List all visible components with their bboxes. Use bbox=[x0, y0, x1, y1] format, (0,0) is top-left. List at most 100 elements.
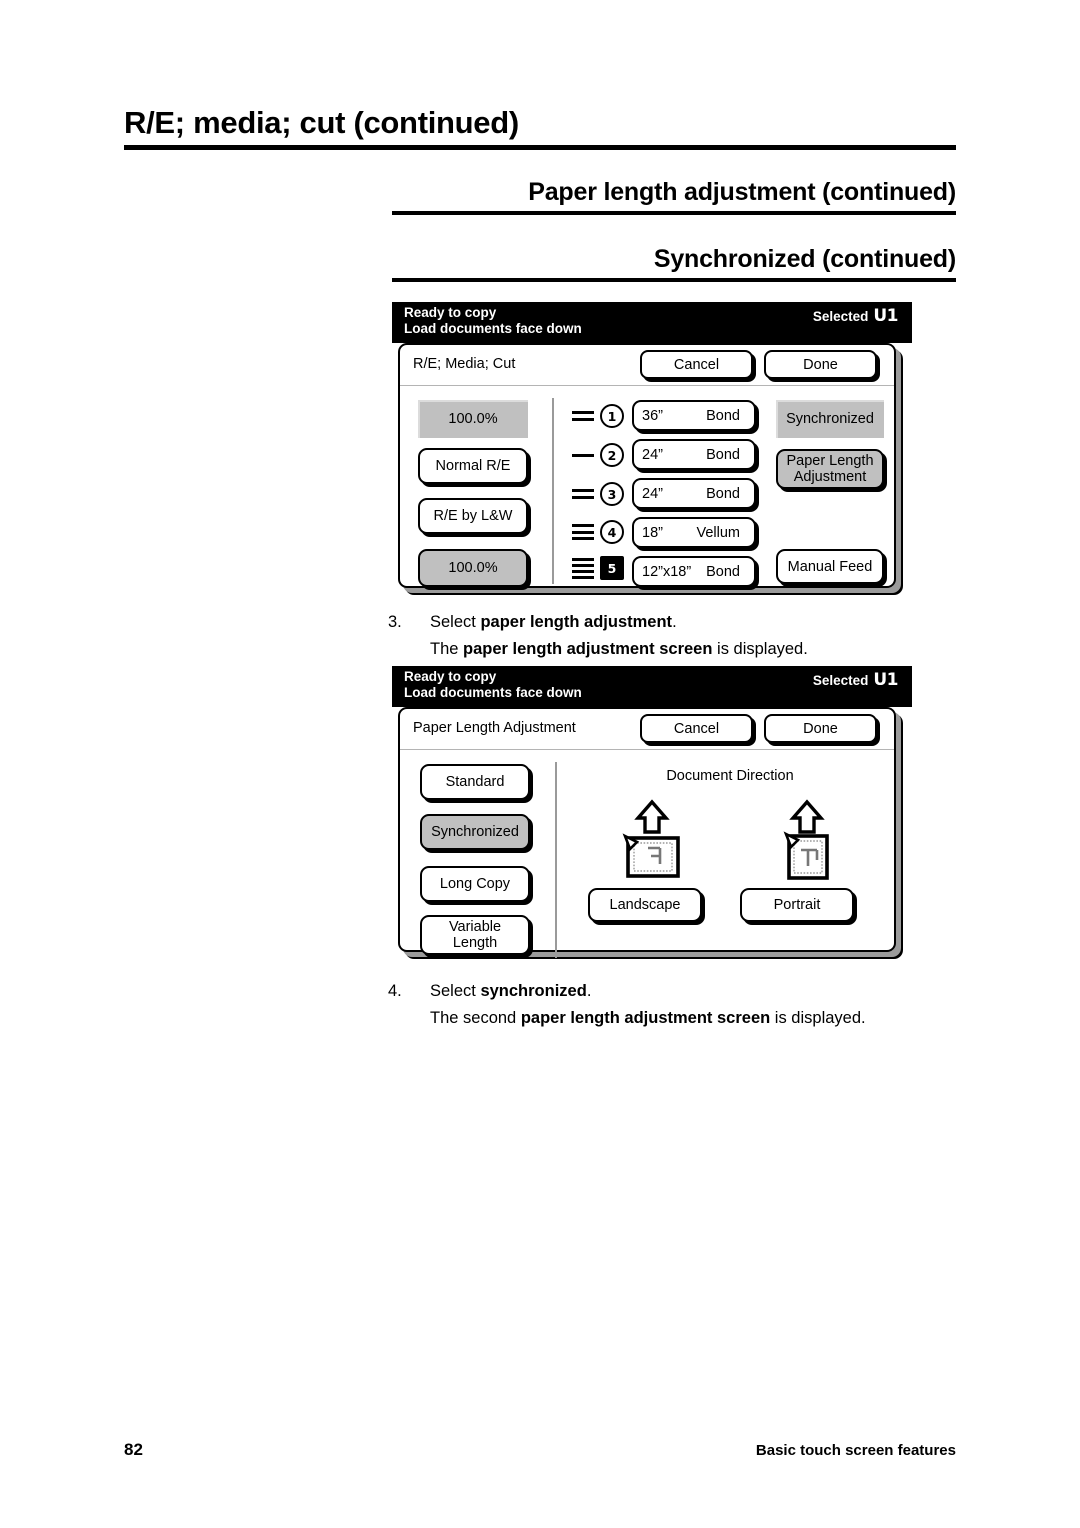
panel-titlebar-2: Paper Length Adjustment Cancel Done bbox=[400, 709, 894, 750]
step-3-line-2-post: is displayed. bbox=[712, 640, 808, 658]
media-button-5[interactable]: 12”x18” Bond bbox=[632, 556, 756, 587]
media-size-2: 24” bbox=[642, 446, 663, 463]
landscape-document-icon bbox=[615, 798, 689, 880]
re-by-lw-button[interactable]: R/E by L&W bbox=[418, 498, 528, 534]
media-type-2: Bond bbox=[706, 446, 740, 463]
step-4-line-2-post: is displayed. bbox=[770, 1009, 866, 1027]
page-title-rule bbox=[124, 145, 956, 150]
variable-length-button[interactable]: Variable Length bbox=[420, 915, 530, 955]
tray-indicator-3: 3 bbox=[572, 482, 624, 506]
reduce-enlarge-ratio-display: 100.0% bbox=[418, 400, 528, 438]
portrait-document-icon bbox=[770, 798, 844, 880]
status-line-1-screen2: Ready to copy bbox=[404, 669, 497, 684]
section-heading-rule bbox=[392, 211, 956, 215]
paper-length-adjustment-button[interactable]: Paper Length Adjustment bbox=[776, 449, 884, 489]
panel-body-2: Standard Synchronized Long Copy Variable… bbox=[400, 750, 894, 958]
tray-indicator-2: 2 bbox=[572, 443, 624, 467]
media-size-5: 12”x18” bbox=[642, 563, 692, 580]
media-button-3[interactable]: 24” Bond bbox=[632, 478, 756, 509]
normal-re-button[interactable]: Normal R/E bbox=[418, 448, 528, 484]
footer-section-title: Basic touch screen features bbox=[755, 1442, 956, 1459]
selected-indicator: Selected U1 bbox=[813, 306, 899, 326]
media-size-3: 24” bbox=[642, 485, 663, 502]
panel-title: R/E; Media; Cut bbox=[413, 356, 516, 372]
media-type-3: Bond bbox=[706, 485, 740, 502]
portrait-button[interactable]: Portrait bbox=[740, 888, 854, 922]
page-title-block: R/E; media; cut (continued) bbox=[124, 104, 956, 150]
status-bar: Ready to copy Load documents face down S… bbox=[392, 302, 912, 343]
step-3-number: 3. bbox=[388, 613, 402, 631]
screen-panel: R/E; Media; Cut Cancel Done 100.0% Norma… bbox=[398, 343, 896, 588]
step-3-line-1-post: . bbox=[672, 613, 677, 631]
tray-number-1: 1 bbox=[600, 404, 624, 428]
selected-label-2: Selected bbox=[812, 673, 869, 688]
synchronized-button[interactable]: Synchronized bbox=[420, 814, 530, 850]
section-heading: Paper length adjustment (continued) bbox=[528, 178, 956, 206]
tray-level-bars-5 bbox=[572, 556, 594, 581]
document-direction-heading: Document Direction bbox=[666, 768, 794, 784]
step-4: 4. Select synchronized. The second paper… bbox=[388, 978, 958, 1032]
long-copy-button[interactable]: Long Copy bbox=[420, 866, 530, 902]
selected-indicator-2: Selected U1 bbox=[812, 670, 899, 690]
step-4-line-1-post: . bbox=[586, 982, 592, 1000]
step-4-line-1: Select synchronized. bbox=[430, 978, 958, 1005]
step-4-line-2-pre: The second bbox=[430, 1009, 521, 1027]
tray-number-2: 2 bbox=[600, 443, 624, 467]
status-messages-2: Ready to copy Load documents face down bbox=[404, 669, 582, 700]
variable-length-label-line2: Length bbox=[452, 935, 498, 951]
column-divider-left bbox=[552, 398, 554, 584]
media-size-4: 18” bbox=[642, 524, 663, 541]
document-page: R/E; media; cut (continued) Paper length… bbox=[0, 0, 1080, 1528]
step-4-line-1-bold: synchronized bbox=[480, 982, 587, 1000]
step-4-number: 4. bbox=[388, 982, 402, 1000]
tray-indicator-5: 5 bbox=[572, 556, 624, 581]
status-line-2: Load documents face down bbox=[404, 320, 582, 336]
tray-level-bars-2 bbox=[572, 452, 594, 458]
status-messages: Ready to copy Load documents face down bbox=[404, 305, 582, 336]
tray-indicator-1: 1 bbox=[572, 404, 624, 428]
media-button-2[interactable]: 24” Bond bbox=[632, 439, 756, 470]
status-line-1: Ready to copy bbox=[404, 305, 497, 320]
panel-title-2: Paper Length Adjustment bbox=[413, 720, 576, 736]
step-4-line-2-bold: paper length adjustment screen bbox=[520, 1009, 771, 1027]
touch-screen-paper-length-adjustment: Ready to copy Load documents face down S… bbox=[392, 666, 912, 958]
subsection-heading-block: Synchronized (continued) bbox=[392, 243, 956, 282]
tray-number-4: 4 bbox=[600, 520, 624, 544]
landscape-button[interactable]: Landscape bbox=[588, 888, 702, 922]
section-heading-block: Paper length adjustment (continued) bbox=[392, 176, 956, 215]
footer-page-number: 82 bbox=[124, 1440, 143, 1459]
done-button[interactable]: Done bbox=[764, 350, 877, 379]
paper-length-adjustment-label-line1: Paper Length bbox=[786, 453, 874, 469]
touch-screen-re-media-cut: Ready to copy Load documents face down S… bbox=[392, 302, 912, 588]
column-divider-2 bbox=[555, 762, 557, 958]
tray-level-bars-3 bbox=[572, 488, 594, 500]
step-3-line-2-pre: The bbox=[430, 640, 464, 658]
subsection-heading-rule bbox=[392, 278, 956, 282]
cancel-button[interactable]: Cancel bbox=[640, 350, 753, 379]
media-button-4[interactable]: 18” Vellum bbox=[632, 517, 756, 548]
media-type-4: Vellum bbox=[696, 524, 740, 541]
selected-value: U1 bbox=[873, 306, 898, 326]
step-3-line-1-bold: paper length adjustment bbox=[480, 613, 673, 631]
tray-number-3: 3 bbox=[600, 482, 624, 506]
screen-panel-2: Paper Length Adjustment Cancel Done Stan… bbox=[398, 707, 896, 958]
page-title: R/E; media; cut (continued) bbox=[124, 105, 519, 140]
step-3: 3. Select paper length adjustment. The p… bbox=[388, 609, 958, 663]
synchronized-display: Synchronized bbox=[776, 400, 884, 438]
media-button-1[interactable]: 36” Bond bbox=[632, 400, 756, 431]
selected-value-2: U1 bbox=[873, 670, 898, 690]
tray-number-5: 5 bbox=[600, 556, 624, 581]
cancel-button-2[interactable]: Cancel bbox=[640, 714, 753, 743]
panel-body: 100.0% Normal R/E R/E by L&W 100.0% 1 2 bbox=[400, 386, 894, 587]
step-3-line-1: Select paper length adjustment. bbox=[430, 609, 958, 636]
ratio-value-button[interactable]: 100.0% bbox=[418, 549, 528, 587]
standard-button[interactable]: Standard bbox=[420, 764, 530, 800]
step-3-line-2: The paper length adjustment screen is di… bbox=[430, 636, 958, 663]
manual-feed-button[interactable]: Manual Feed bbox=[776, 549, 884, 584]
step-4-line-2: The second paper length adjustment scree… bbox=[430, 1005, 958, 1032]
status-bar-2: Ready to copy Load documents face down S… bbox=[392, 666, 912, 707]
status-line-2-screen2: Load documents face down bbox=[404, 684, 582, 700]
panel-titlebar: R/E; Media; Cut Cancel Done bbox=[400, 345, 894, 386]
done-button-2[interactable]: Done bbox=[764, 714, 877, 743]
paper-length-adjustment-label-line2: Adjustment bbox=[793, 469, 867, 485]
